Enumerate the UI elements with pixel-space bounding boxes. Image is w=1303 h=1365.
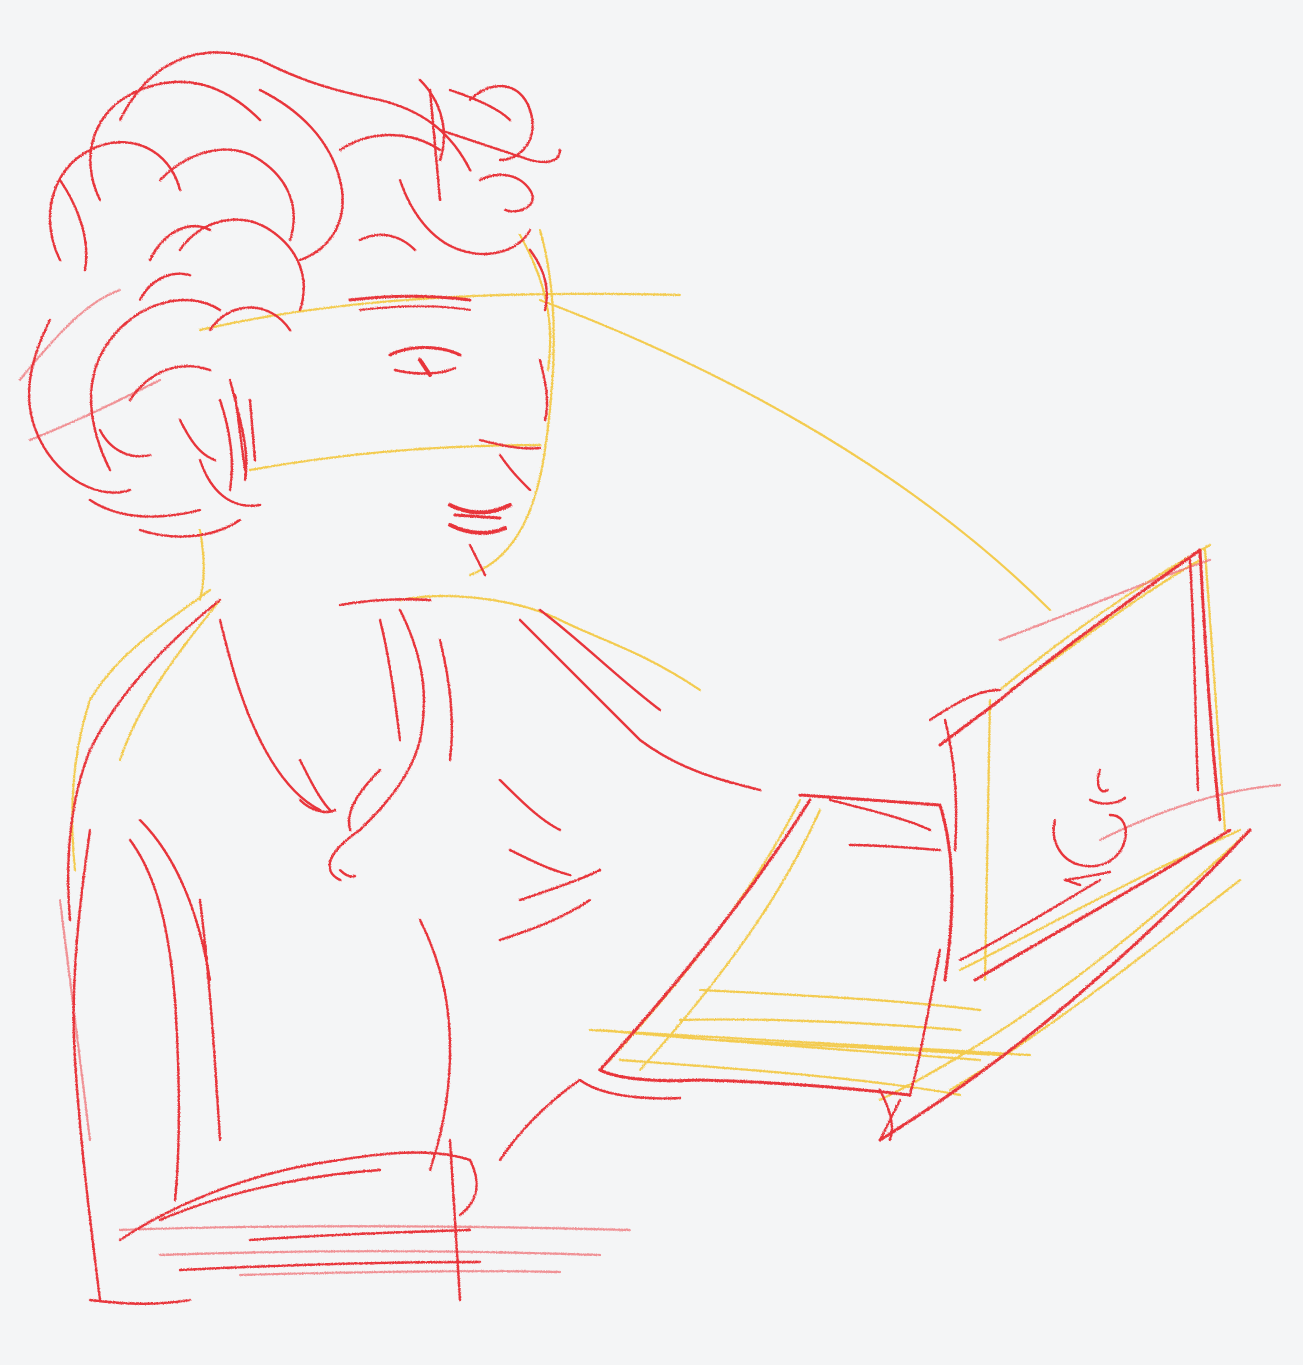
- sketch-canvas: [0, 0, 1303, 1360]
- paper-background: [0, 0, 1303, 1360]
- paper-fill: [0, 0, 1303, 1360]
